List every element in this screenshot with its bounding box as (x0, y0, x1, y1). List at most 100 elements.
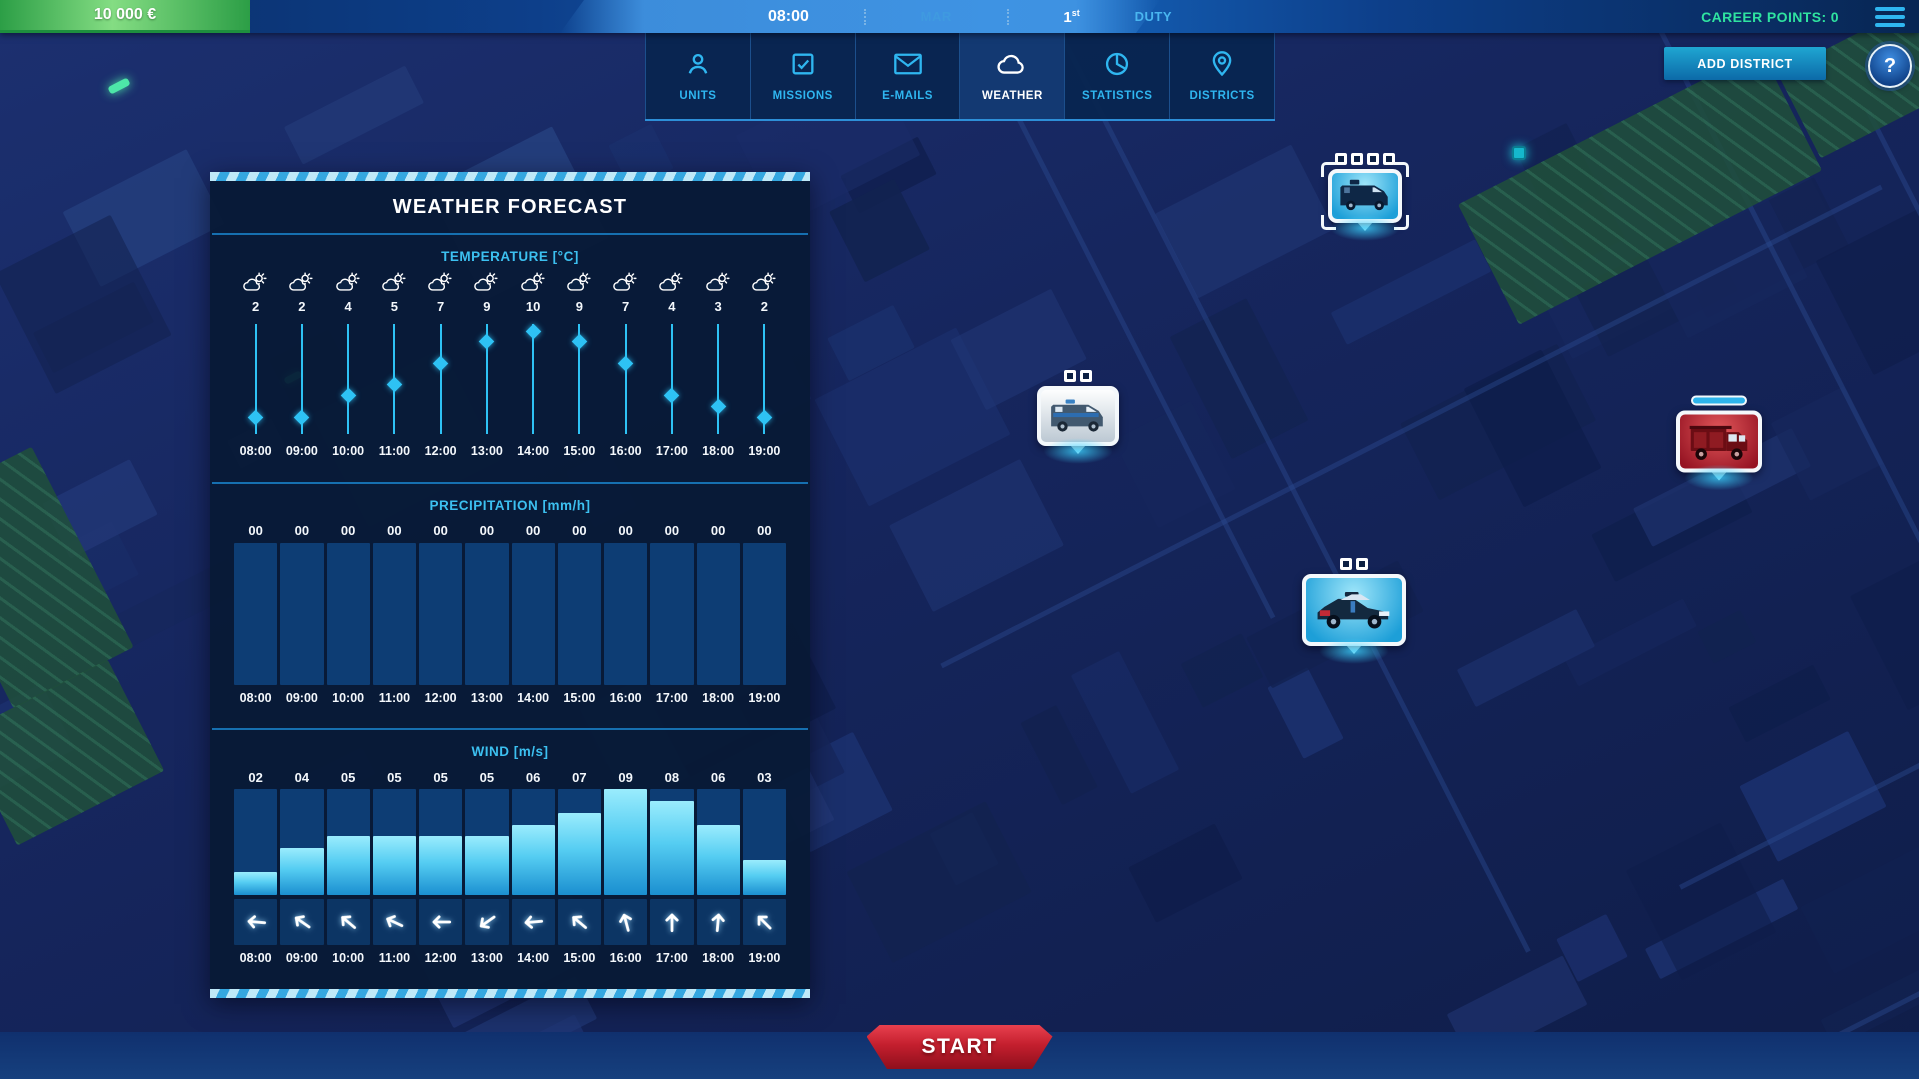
wind-arrow-icon (697, 899, 740, 945)
time-label: 18:00 (697, 438, 740, 464)
time-label: 14:00 (512, 685, 555, 711)
time-label: 17:00 (650, 945, 693, 971)
precipitation-bar (465, 543, 508, 685)
hamburger-menu-icon[interactable] (1875, 5, 1905, 29)
time-label: 09:00 (280, 945, 323, 971)
time-label: 08:00 (234, 685, 277, 711)
partly-cloudy-icon (697, 270, 740, 294)
time-label: 13:00 (465, 685, 508, 711)
wind-arrow-icon (465, 899, 508, 945)
time-label: 12:00 (419, 685, 462, 711)
marker-fire-truck[interactable] (1676, 396, 1762, 481)
tab-units[interactable]: UNITS (645, 33, 751, 119)
time-label: 16:00 (604, 945, 647, 971)
ambulance-van-icon (1336, 176, 1394, 217)
wind-bar (234, 789, 277, 895)
building (1849, 538, 1919, 711)
tab-emails[interactable]: E-MAILS (856, 33, 961, 119)
time-label: 15:00 (558, 685, 601, 711)
time-date-cluster: 08:00 MAR 1st DUTY (760, 0, 1180, 33)
marker-police-car[interactable] (1302, 558, 1406, 654)
tab-weather[interactable]: WEATHER (960, 33, 1065, 119)
tab-label: UNITS (679, 90, 716, 102)
precipitation-value: 00 (465, 519, 508, 543)
building (1800, 847, 1919, 974)
wind-arrow-icon (604, 899, 647, 945)
tab-districts[interactable]: DISTRICTS (1170, 33, 1275, 119)
start-button[interactable]: START (867, 1025, 1053, 1069)
wind-bar (419, 789, 462, 895)
panel-bottom-stripe (210, 989, 810, 998)
precipitation-value: 00 (697, 519, 740, 543)
time-label: 16:00 (604, 438, 647, 464)
wind-arrow-icon (327, 899, 370, 945)
partly-cloudy-icon (465, 270, 508, 294)
partly-cloudy-icon (650, 270, 693, 294)
building (1128, 823, 1243, 923)
police-car-icon (1313, 585, 1395, 636)
temperature-point (650, 320, 693, 438)
unit-count-squares (1064, 370, 1092, 382)
time-label: 14:00 (512, 438, 555, 464)
wind-bar (512, 789, 555, 895)
building (1464, 350, 1601, 507)
time-label: 11:00 (373, 438, 416, 464)
temperature-point (743, 320, 786, 438)
wind-chart (210, 789, 810, 895)
tab-statistics[interactable]: STATISTICS (1065, 33, 1170, 119)
building (283, 65, 424, 165)
wind-arrow-icon (280, 899, 323, 945)
precipitation-value: 00 (512, 519, 555, 543)
wind-value: 06 (697, 765, 740, 789)
separator (864, 9, 866, 25)
wind-arrow-icon (234, 899, 277, 945)
temperature-point (604, 320, 647, 438)
precipitation-bar (234, 543, 277, 685)
temperature-point (280, 320, 323, 438)
partly-cloudy-icon (558, 270, 601, 294)
temperature-point (512, 320, 555, 438)
precipitation-label: PRECIPITATION [mm/h] (210, 490, 810, 519)
wind-bar (604, 789, 647, 895)
precipitation-times-row: 08:0009:0010:0011:0012:0013:0014:0015:00… (210, 685, 810, 711)
wind-label: WIND [m/s] (210, 736, 810, 765)
marker-ambulance[interactable] (1328, 153, 1402, 231)
wind-bar (743, 789, 786, 895)
wind-arrow-icon (419, 899, 462, 945)
temperature-value: 2 (743, 294, 786, 318)
precipitation-bar (373, 543, 416, 685)
wind-value: 07 (558, 765, 601, 789)
wind-arrow-icon (650, 899, 693, 945)
wind-arrow-icon (373, 899, 416, 945)
precipitation-value: 00 (650, 519, 693, 543)
building (1698, 610, 1757, 664)
precipitation-value: 00 (327, 519, 370, 543)
tab-label: STATISTICS (1082, 90, 1152, 102)
help-button[interactable]: ? (1868, 44, 1912, 88)
time-label: 19:00 (743, 685, 786, 711)
marker-police-van[interactable] (1037, 370, 1119, 454)
precipitation-bar (280, 543, 323, 685)
wind-section: WIND [m/s] 020405050505060709080603 08:0… (210, 730, 810, 989)
time-label: 11:00 (373, 945, 416, 971)
temperature-value: 4 (650, 294, 693, 318)
tab-label: MISSIONS (773, 90, 833, 102)
time-label: 17:00 (650, 685, 693, 711)
fire-truck-icon (1686, 417, 1752, 466)
map-signal-glow (107, 77, 130, 94)
month-label: MAR (921, 9, 952, 24)
precipitation-value: 00 (558, 519, 601, 543)
partly-cloudy-icon (512, 270, 555, 294)
tab-missions[interactable]: MISSIONS (751, 33, 856, 119)
temperature-chart (210, 320, 810, 438)
money-display[interactable]: 10 000 € (0, 0, 250, 33)
temperature-value: 9 (465, 294, 508, 318)
temperature-point (697, 320, 740, 438)
time-label: 10:00 (327, 685, 370, 711)
temperature-point (558, 320, 601, 438)
marker-glow (1319, 638, 1389, 664)
add-district-button[interactable]: ADD DISTRICT (1664, 47, 1826, 80)
envelope-icon (893, 50, 923, 83)
time-label: 09:00 (280, 685, 323, 711)
time-label: 16:00 (604, 685, 647, 711)
